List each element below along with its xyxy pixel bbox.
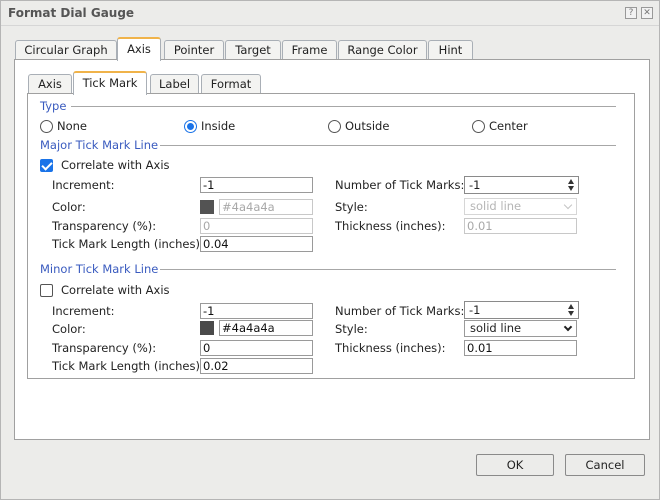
help-icon[interactable]: ? xyxy=(625,7,637,19)
major-length-label: Tick Mark Length (inches): xyxy=(52,237,204,251)
major-thickness-label: Thickness (inches): xyxy=(335,219,446,233)
major-section-title: Major Tick Mark Line xyxy=(40,138,161,152)
tab-range-color[interactable]: Range Color xyxy=(338,40,427,60)
format-dial-gauge-dialog: Format Dial Gauge ? ✕ Circular Graph Axi… xyxy=(0,0,660,500)
minor-color-label: Color: xyxy=(52,322,86,336)
radio-inside-label[interactable]: Inside xyxy=(201,119,235,133)
major-num-ticks-value: -1 xyxy=(469,178,481,192)
spinner-arrows-icon[interactable] xyxy=(568,179,575,191)
minor-increment-input[interactable]: -1 xyxy=(200,303,313,319)
minor-color-input[interactable]: #4a4a4a xyxy=(219,320,313,336)
close-icon[interactable]: ✕ xyxy=(641,7,653,19)
tab-target[interactable]: Target xyxy=(225,40,281,60)
minor-correlate-label[interactable]: Correlate with Axis xyxy=(61,283,170,297)
major-correlate-label[interactable]: Correlate with Axis xyxy=(61,158,170,172)
cancel-button[interactable]: Cancel xyxy=(565,454,645,476)
spinner-arrows-icon[interactable] xyxy=(568,304,575,316)
tab-axis[interactable]: Axis xyxy=(117,37,161,61)
major-style-value: solid line xyxy=(470,199,522,213)
minor-num-ticks-label: Number of Tick Marks: xyxy=(335,304,465,318)
ok-button[interactable]: OK xyxy=(476,454,554,476)
minor-thickness-input[interactable]: 0.01 xyxy=(464,340,577,356)
minor-length-label: Tick Mark Length (inches): xyxy=(52,359,204,373)
major-transparency-label: Transparency (%): xyxy=(52,219,157,233)
major-divider xyxy=(151,145,616,146)
radio-outside-label[interactable]: Outside xyxy=(345,119,389,133)
major-length-input[interactable]: 0.04 xyxy=(200,236,313,252)
tab-frame[interactable]: Frame xyxy=(282,40,337,60)
dialog-title: Format Dial Gauge xyxy=(8,6,135,20)
minor-correlate-checkbox[interactable] xyxy=(40,284,53,297)
minor-length-input[interactable]: 0.02 xyxy=(200,358,313,374)
chevron-down-icon xyxy=(563,200,573,210)
minor-num-ticks-value: -1 xyxy=(469,303,481,317)
subtab-format[interactable]: Format xyxy=(201,74,261,94)
radio-inside[interactable] xyxy=(184,120,197,133)
radio-center[interactable] xyxy=(472,120,485,133)
major-correlate-checkbox[interactable] xyxy=(40,159,53,172)
type-divider xyxy=(71,106,616,107)
minor-thickness-label: Thickness (inches): xyxy=(335,341,446,355)
tab-circular-graph[interactable]: Circular Graph xyxy=(15,40,117,60)
minor-num-ticks-spinner[interactable]: -1 xyxy=(464,301,579,319)
subtab-axis[interactable]: Axis xyxy=(28,74,72,94)
subtab-label[interactable]: Label xyxy=(150,74,199,94)
radio-none[interactable] xyxy=(40,120,53,133)
tab-hint[interactable]: Hint xyxy=(428,40,473,60)
radio-outside[interactable] xyxy=(328,120,341,133)
major-color-swatch[interactable] xyxy=(200,200,214,214)
minor-increment-label: Increment: xyxy=(52,304,115,318)
major-thickness-input[interactable]: 0.01 xyxy=(464,218,577,234)
minor-color-swatch[interactable] xyxy=(200,321,214,335)
subtab-tick-mark[interactable]: Tick Mark xyxy=(73,71,147,95)
tab-pointer[interactable]: Pointer xyxy=(164,40,224,60)
major-num-ticks-label: Number of Tick Marks: xyxy=(335,178,465,192)
major-style-select[interactable]: solid line xyxy=(464,198,577,215)
minor-style-value: solid line xyxy=(470,321,522,335)
minor-section-title: Minor Tick Mark Line xyxy=(40,262,161,276)
type-section-title: Type xyxy=(40,99,69,113)
minor-transparency-input[interactable]: 0 xyxy=(200,340,313,356)
major-num-ticks-spinner[interactable]: -1 xyxy=(464,176,579,194)
major-increment-input[interactable]: -1 xyxy=(200,177,313,193)
major-color-label: Color: xyxy=(52,200,86,214)
major-increment-label: Increment: xyxy=(52,178,115,192)
radio-none-label[interactable]: None xyxy=(57,119,87,133)
major-transparency-input[interactable]: 0 xyxy=(200,218,313,234)
chevron-down-icon xyxy=(563,322,573,332)
minor-style-label: Style: xyxy=(335,322,368,336)
minor-style-select[interactable]: solid line xyxy=(464,320,577,337)
minor-transparency-label: Transparency (%): xyxy=(52,341,157,355)
title-bar: Format Dial Gauge ? ✕ xyxy=(1,1,659,26)
major-style-label: Style: xyxy=(335,200,368,214)
minor-divider xyxy=(157,269,616,270)
radio-center-label[interactable]: Center xyxy=(489,119,528,133)
major-color-input[interactable]: #4a4a4a xyxy=(219,199,313,215)
